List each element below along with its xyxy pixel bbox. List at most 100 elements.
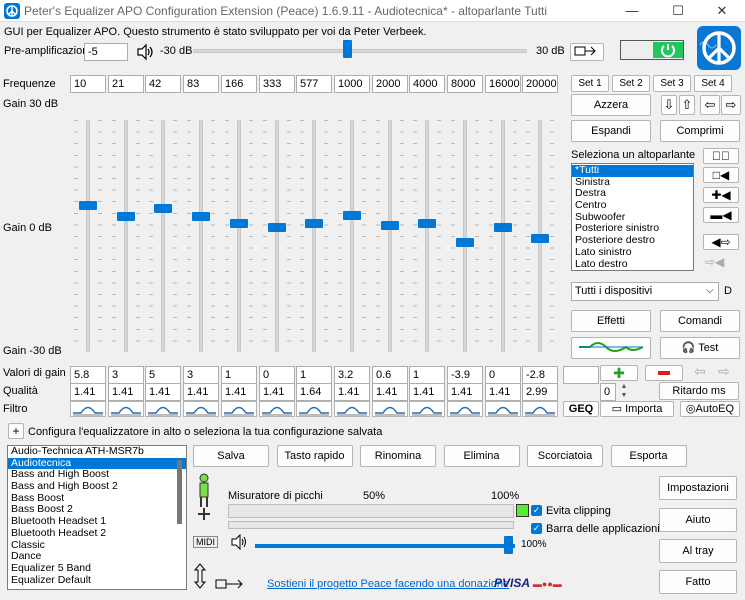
- filter-button-0[interactable]: [70, 401, 106, 417]
- filter-button-12[interactable]: [522, 401, 558, 417]
- device-extra-label[interactable]: D: [724, 285, 732, 297]
- gain-value-input-11[interactable]: 0: [485, 366, 521, 384]
- quality-input-10[interactable]: 1.41: [447, 383, 483, 401]
- test-button[interactable]: 🎧 Test: [660, 337, 740, 359]
- quality-input-1[interactable]: 1.41: [108, 383, 144, 401]
- remove-band-button[interactable]: [645, 365, 683, 381]
- gain-slider-track-2[interactable]: [161, 120, 165, 352]
- effects-button[interactable]: Effetti: [571, 310, 651, 332]
- side-button-3[interactable]: Fatto: [659, 570, 737, 594]
- filter-button-2[interactable]: [145, 401, 181, 417]
- speaker-remove-button[interactable]: ▬◀: [703, 207, 739, 223]
- filter-button-10[interactable]: [447, 401, 483, 417]
- move-down-button[interactable]: ⇩: [661, 95, 677, 115]
- gain-value-input-12[interactable]: -2.8: [522, 366, 558, 384]
- frequency-input-1[interactable]: 21: [108, 75, 144, 93]
- frequency-input-4[interactable]: 166: [221, 75, 257, 93]
- gain-value-input-5[interactable]: 0: [259, 366, 295, 384]
- extra-gain-box[interactable]: [563, 366, 599, 384]
- action-button-2[interactable]: Rinomina: [360, 445, 436, 467]
- config-item[interactable]: Equalizer 5 Band: [8, 562, 186, 575]
- gain-slider-track-0[interactable]: [86, 120, 90, 352]
- ritardo-button[interactable]: Ritardo ms: [659, 382, 739, 400]
- gain-value-input-0[interactable]: 5.8: [70, 366, 106, 384]
- gain-slider-track-6[interactable]: [312, 120, 316, 352]
- filter-button-4[interactable]: [221, 401, 257, 417]
- quality-input-12[interactable]: 2.99: [522, 383, 558, 401]
- speaker-item[interactable]: Lato sinistro: [572, 246, 693, 259]
- shift-left-button[interactable]: ⇦: [700, 95, 720, 115]
- gain-slider-thumb-2[interactable]: [154, 204, 172, 213]
- peace-logo-large-icon[interactable]: [696, 25, 742, 71]
- speaker-add-button[interactable]: ✚◀: [703, 187, 739, 203]
- gain-slider-thumb-1[interactable]: [117, 212, 135, 221]
- volume-slider-thumb[interactable]: [504, 536, 513, 554]
- power-toggle[interactable]: [620, 40, 684, 60]
- speaker-mute-button[interactable]: ◀⃠: [703, 148, 739, 164]
- gain-slider-track-10[interactable]: [463, 120, 467, 352]
- route-out-icon[interactable]: [214, 577, 248, 591]
- gain-value-input-6[interactable]: 1: [296, 366, 332, 384]
- midi-label[interactable]: MIDI: [193, 536, 218, 548]
- frequency-input-10[interactable]: 8000: [447, 75, 483, 93]
- frequency-input-0[interactable]: 10: [70, 75, 106, 93]
- quality-input-9[interactable]: 1.41: [409, 383, 445, 401]
- gain-value-input-4[interactable]: 1: [221, 366, 257, 384]
- quality-input-7[interactable]: 1.41: [334, 383, 370, 401]
- gain-slider-thumb-0[interactable]: [79, 201, 97, 210]
- gain-slider-track-9[interactable]: [425, 120, 429, 352]
- frequency-input-3[interactable]: 83: [183, 75, 219, 93]
- set-button-2[interactable]: Set 2: [612, 75, 650, 92]
- quality-input-2[interactable]: 1.41: [145, 383, 181, 401]
- gain-value-input-8[interactable]: 0.6: [372, 366, 408, 384]
- gain-slider-track-4[interactable]: [237, 120, 241, 352]
- gain-slider-track-7[interactable]: [350, 120, 354, 352]
- quality-input-8[interactable]: 1.41: [372, 383, 408, 401]
- gain-slider-thumb-3[interactable]: [192, 212, 210, 221]
- filter-button-11[interactable]: [485, 401, 521, 417]
- preamp-slider-track[interactable]: [193, 49, 527, 53]
- gain-value-input-2[interactable]: 5: [145, 366, 181, 384]
- ritardo-spinner[interactable]: ▲ ▼: [618, 382, 630, 402]
- taskbar-checkbox[interactable]: ✓: [531, 523, 542, 534]
- import-button[interactable]: ▭ Importa: [600, 401, 674, 417]
- move-up-button[interactable]: ⇧: [679, 95, 695, 115]
- action-button-5[interactable]: Esporta: [610, 445, 687, 467]
- reset-button[interactable]: Azzera: [571, 94, 651, 116]
- speaker-list[interactable]: *Tutti Sinistra Destra Centro Subwoofer Poste…: [571, 163, 694, 271]
- quality-input-5[interactable]: 1.41: [259, 383, 295, 401]
- filter-button-1[interactable]: [108, 401, 144, 417]
- speaker-item[interactable]: *Tutti: [572, 164, 693, 177]
- quality-input-6[interactable]: 1.64: [296, 383, 332, 401]
- frequency-input-6[interactable]: 577: [296, 75, 332, 93]
- gain-slider-thumb-9[interactable]: [418, 219, 436, 228]
- frequency-input-2[interactable]: 42: [145, 75, 181, 93]
- config-item[interactable]: Bass and High Boost 2: [8, 480, 186, 493]
- gain-value-input-3[interactable]: 3: [183, 366, 219, 384]
- minimize-button[interactable]: —: [609, 0, 655, 22]
- filter-button-9[interactable]: [409, 401, 445, 417]
- prev-arrow-icon[interactable]: ⇦: [694, 363, 706, 380]
- quality-input-11[interactable]: 1.41: [485, 383, 521, 401]
- gain-slider-thumb-6[interactable]: [305, 219, 323, 228]
- gain-slider-track-3[interactable]: [199, 120, 203, 352]
- quality-input-3[interactable]: 1.41: [183, 383, 219, 401]
- speaker-volume-icon[interactable]: [136, 43, 154, 61]
- clipping-checkbox[interactable]: ✓: [531, 505, 542, 516]
- frequency-input-5[interactable]: 333: [259, 75, 295, 93]
- config-item[interactable]: Audio-Technica ATH-MSR7b: [8, 446, 186, 458]
- gain-slider-track-1[interactable]: [124, 120, 128, 352]
- paypal-visa-logo[interactable]: PVISA ▬●●▬: [494, 576, 562, 590]
- gain-slider-thumb-5[interactable]: [268, 223, 286, 232]
- gain-value-input-10[interactable]: -3.9: [447, 366, 483, 384]
- add-band-button[interactable]: ✚: [600, 365, 638, 381]
- set-button-4[interactable]: Set 4: [694, 75, 732, 92]
- config-item[interactable]: Bluetooth Headset 2: [8, 527, 186, 540]
- route-button[interactable]: [570, 43, 604, 61]
- frequency-input-12[interactable]: 20000: [522, 75, 558, 93]
- gain-slider-track-8[interactable]: [388, 120, 392, 352]
- compress-button[interactable]: Comprimi: [660, 120, 740, 142]
- filter-button-5[interactable]: [259, 401, 295, 417]
- side-button-0[interactable]: Impostazioni: [659, 476, 737, 500]
- maximize-button[interactable]: ☐: [655, 0, 701, 22]
